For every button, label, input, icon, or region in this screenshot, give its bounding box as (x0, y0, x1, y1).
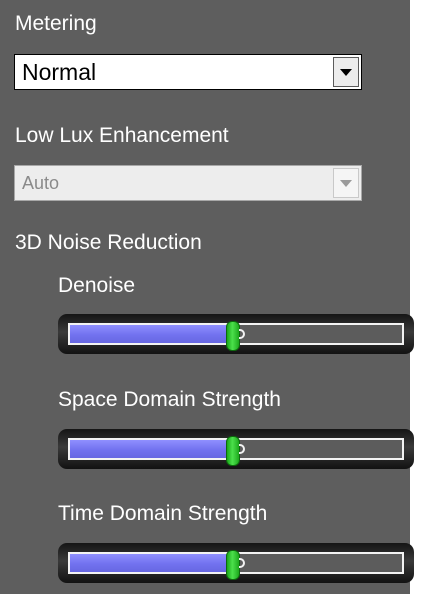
metering-value: Normal (22, 59, 97, 85)
slider-track[interactable] (68, 550, 404, 580)
slider-thumb-tail (238, 444, 245, 454)
slider-track[interactable] (68, 321, 404, 351)
space-domain-strength-label: Space Domain Strength (58, 388, 281, 411)
slider-thumb-tail (238, 558, 245, 568)
slider-track[interactable] (68, 436, 404, 466)
slider-fill (70, 440, 233, 458)
slider-thumb[interactable] (225, 321, 240, 351)
slider-thumb[interactable] (225, 550, 240, 580)
time-domain-strength-slider[interactable] (58, 543, 414, 583)
metering-select[interactable]: Normal (14, 54, 362, 90)
metering-dropdown-button[interactable] (333, 57, 359, 87)
slider-thumb-tail (238, 329, 245, 339)
space-domain-strength-slider[interactable] (58, 429, 414, 469)
low-lux-label: Low Lux Enhancement (15, 124, 229, 147)
settings-panel: Metering Normal Low Lux Enhancement Auto… (0, 0, 414, 594)
chevron-down-icon (340, 68, 352, 76)
slider-fill (70, 554, 233, 572)
metering-label: Metering (15, 12, 97, 35)
time-domain-strength-label: Time Domain Strength (58, 502, 268, 525)
slider-thumb[interactable] (225, 436, 240, 466)
chevron-down-icon (340, 179, 352, 187)
slider-fill (70, 325, 233, 343)
low-lux-select: Auto (14, 165, 362, 201)
denoise-slider[interactable] (58, 314, 414, 354)
noise-reduction-heading: 3D Noise Reduction (15, 231, 202, 254)
low-lux-value: Auto (22, 173, 60, 193)
low-lux-dropdown-button (333, 168, 359, 198)
denoise-label: Denoise (58, 274, 136, 297)
